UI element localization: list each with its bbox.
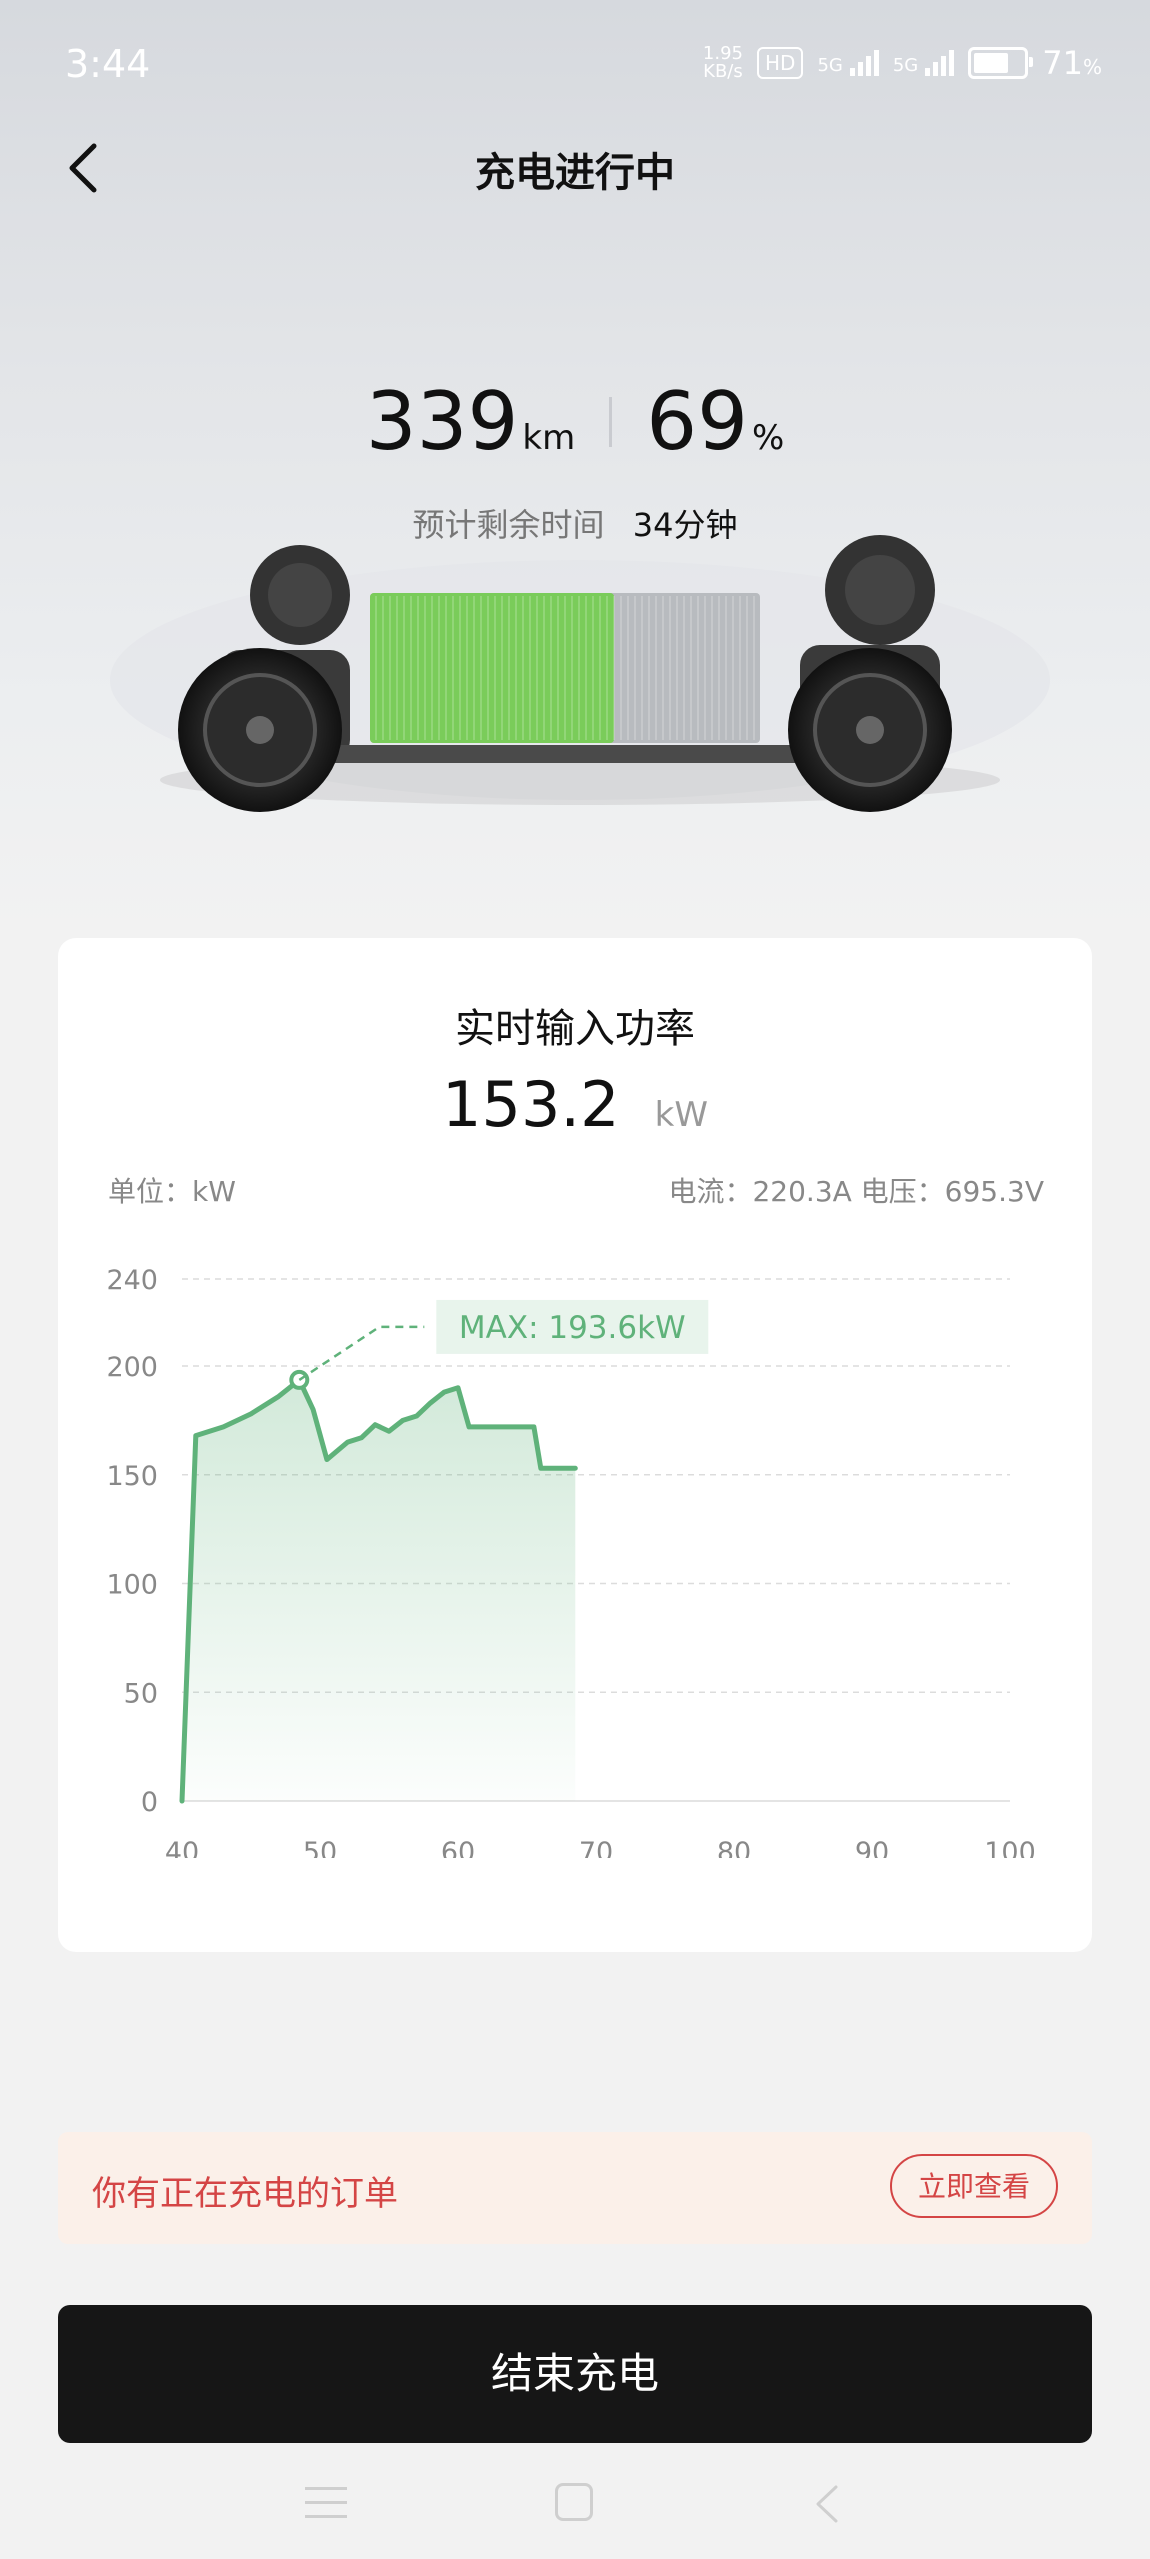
car-chassis-illustration	[110, 535, 1050, 812]
stats-divider	[609, 396, 613, 447]
x-tick-label: 90	[855, 1837, 889, 1858]
battery-pack	[370, 593, 760, 743]
soc-unit: %	[752, 418, 785, 458]
signal-icon-sim2: 5G	[893, 50, 955, 76]
view-order-button[interactable]: 立即查看	[890, 2154, 1058, 2218]
hd-voice-icon: HD	[757, 47, 804, 79]
battery-pack-base	[330, 745, 840, 763]
battery-charge-level	[370, 593, 615, 743]
y-tick-label: 200	[106, 1352, 158, 1383]
power-value: 153.2	[442, 1068, 620, 1141]
chart-unit-label: 单位：kW	[108, 1175, 236, 1208]
menu-icon[interactable]	[305, 2487, 347, 2523]
range-unit: km	[522, 418, 576, 458]
power-unit: kW	[654, 1095, 708, 1135]
y-tick-label: 240	[106, 1265, 158, 1296]
front-wheel-icon	[178, 648, 342, 812]
rear-wheel-icon	[788, 648, 952, 812]
x-tick-label: 60	[441, 1837, 475, 1858]
x-tick-label: 80	[717, 1837, 751, 1858]
back-nav-icon[interactable]	[808, 2483, 848, 2525]
home-icon[interactable]	[555, 2483, 593, 2521]
system-nav-bar	[0, 2455, 1150, 2559]
charging-stats: 339 km 69 %	[0, 375, 1150, 468]
x-tick-label: 40	[165, 1837, 199, 1858]
soc-value: 69	[646, 375, 748, 468]
x-tick-label: 100	[984, 1837, 1036, 1858]
signal-icon-sim1: 5G	[817, 50, 879, 76]
network-speed: 1.95 KB/s	[702, 43, 743, 82]
status-bar: 3:44 1.95 KB/s HD 5G 5G 71%	[0, 0, 1150, 140]
power-chart: 050100150200240405060708090100电量(%)MAX: …	[106, 1265, 1036, 1858]
status-indicators: 1.95 KB/s HD 5G 5G 71%	[703, 44, 1102, 82]
page-title: 充电进行中	[475, 150, 675, 196]
order-notice-text: 你有正在充电的订单	[92, 2174, 398, 2214]
x-tick-label: 70	[579, 1837, 613, 1858]
status-time: 3:44	[65, 42, 151, 86]
power-card: 实时输入功率 153.2 kW 单位：kW 电流：220.3A 电压：695.3…	[58, 938, 1092, 1952]
current-voltage-label: 电流：220.3A 电压：695.3V	[668, 1175, 1044, 1208]
order-notice-bar: 你有正在充电的订单 立即查看	[58, 2132, 1092, 2244]
rear-wheel-top-icon	[825, 535, 935, 645]
y-tick-label: 100	[106, 1570, 158, 1601]
y-tick-label: 150	[106, 1461, 158, 1492]
battery-icon	[968, 47, 1034, 79]
y-tick-label: 0	[141, 1787, 158, 1818]
max-label: MAX: 193.6kW	[459, 1310, 686, 1346]
battery-percent: 71%	[1042, 44, 1102, 82]
power-card-title: 实时输入功率	[455, 1006, 695, 1052]
x-tick-label: 50	[303, 1837, 337, 1858]
end-charging-button[interactable]: 结束充电	[58, 2305, 1092, 2443]
max-leader-line	[298, 1325, 425, 1381]
power-reading: 153.2 kW	[58, 1068, 1092, 1141]
y-tick-label: 50	[124, 1678, 158, 1709]
range-value: 339	[365, 375, 519, 468]
max-point-marker	[289, 1369, 310, 1390]
power-area	[182, 1379, 576, 1801]
front-wheel-top-icon	[250, 545, 350, 645]
